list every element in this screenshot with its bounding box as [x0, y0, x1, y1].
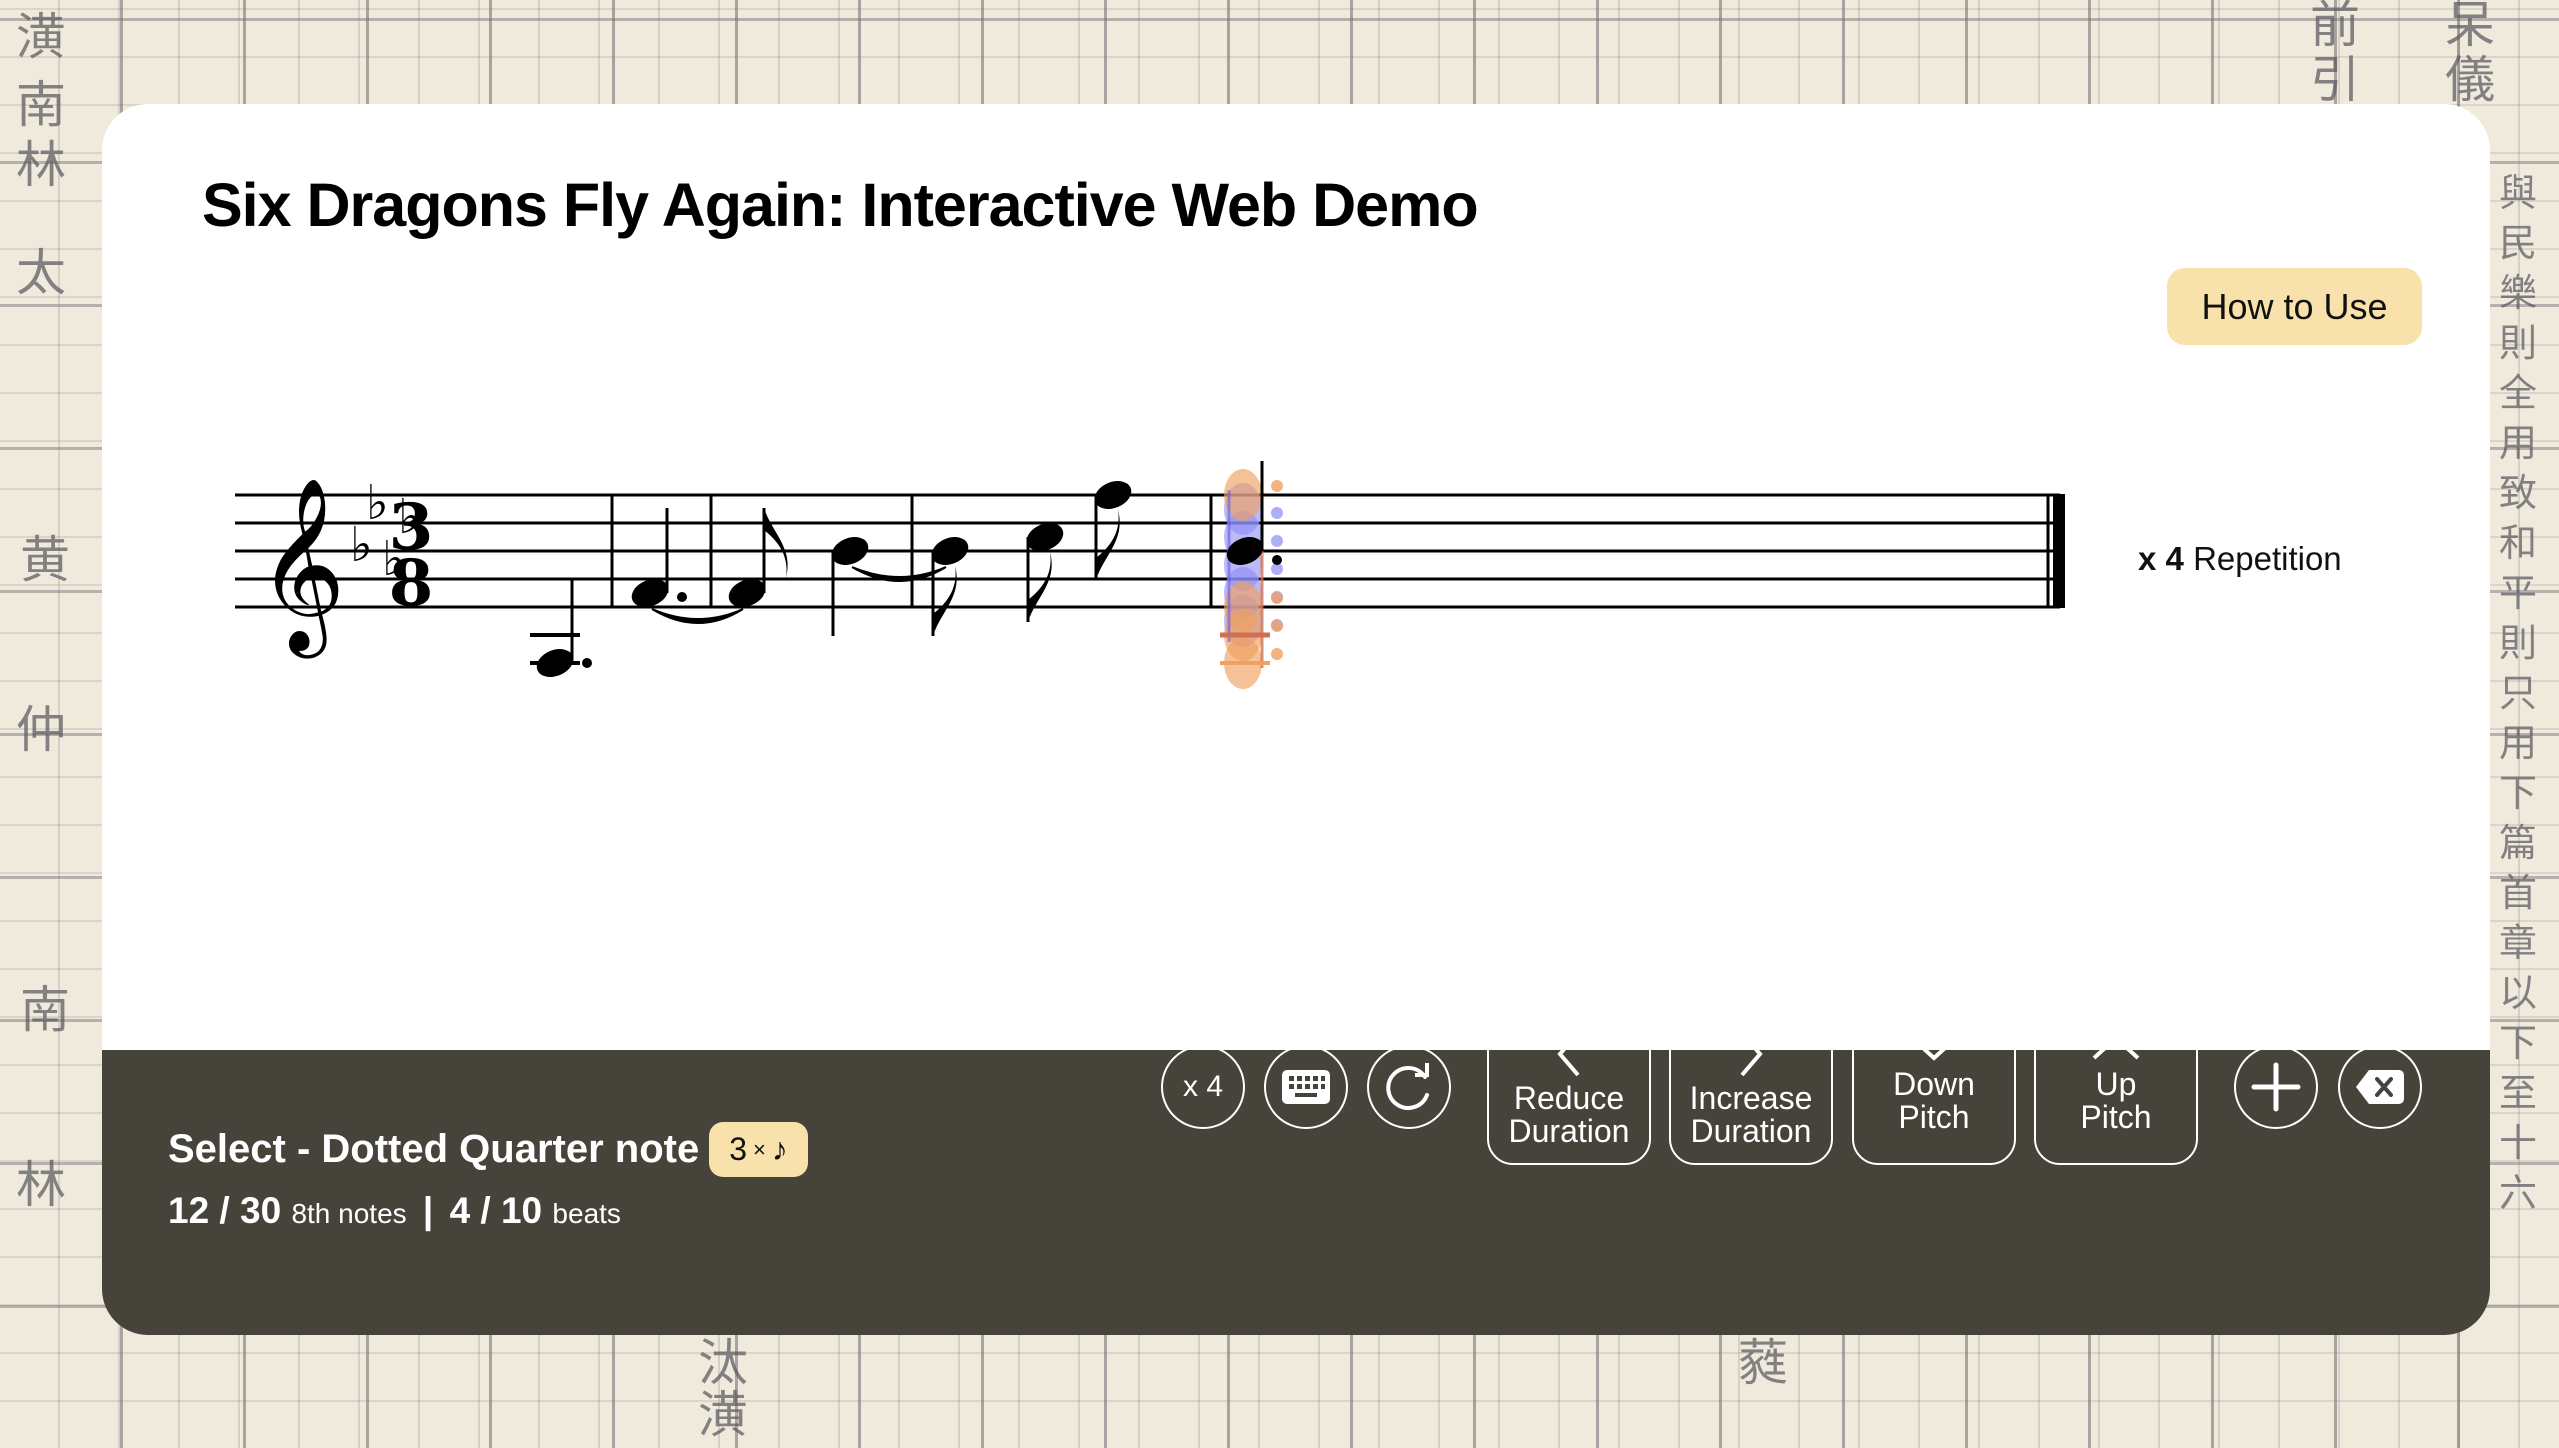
note-flag — [1028, 552, 1052, 622]
chevron-down-icon — [1910, 1036, 1958, 1061]
tie — [651, 608, 744, 624]
time-signature-denominator: 8 — [389, 546, 434, 621]
bg-character: 太 — [16, 244, 66, 302]
eighths-total: 30 — [240, 1190, 282, 1231]
augmentation-dot — [1272, 555, 1282, 565]
bg-character: 林 — [16, 136, 66, 194]
music-score[interactable]: 𝄞 ♭♭♭♭38 — [102, 104, 2490, 1004]
down-pitch-label: Down Pitch — [1893, 1066, 1975, 1135]
status-mode: Select - Dotted Quarter note 3 × ♪ — [168, 1122, 808, 1177]
status-counts: 12 / 30 8th notes | 4 / 10 beats — [168, 1190, 621, 1231]
delete-note-button[interactable] — [2338, 1045, 2422, 1129]
candidate-dot-orange — [1271, 480, 1283, 492]
note-flag — [1096, 510, 1120, 580]
bg-character: 呆 — [2445, 0, 2495, 54]
key-signature-flat: ♭ — [366, 475, 389, 531]
note-flag — [933, 566, 957, 636]
badge-times: × — [753, 1136, 766, 1162]
candidate-dot-blue — [1271, 535, 1283, 547]
repetition-count: 4 — [2165, 540, 2184, 577]
increase-duration-label: Increase Duration — [1689, 1080, 1813, 1149]
bg-character: 南 — [16, 76, 66, 134]
augmentation-dot — [582, 658, 592, 668]
candidate-dot-orange — [1271, 620, 1283, 632]
bg-character: 引 — [2310, 51, 2360, 109]
eighths-unit: 8th notes — [291, 1198, 407, 1229]
bg-character: 林 — [16, 1156, 66, 1214]
keyboard-button[interactable] — [1264, 1045, 1348, 1129]
beats-unit: beats — [552, 1198, 621, 1229]
augmentation-dot — [677, 592, 687, 602]
increase-duration-button[interactable]: Increase Duration — [1669, 1014, 1833, 1165]
candidate-dot-orange — [1271, 592, 1283, 604]
backspace-icon — [2356, 1070, 2404, 1104]
duration-badge: 3 × ♪ — [709, 1122, 808, 1177]
reduce-duration-button[interactable]: Reduce Duration — [1487, 1014, 1651, 1165]
keyboard-icon — [1282, 1070, 1330, 1104]
chevron-right-icon — [1740, 1031, 1763, 1077]
final-barline-thick — [2053, 494, 2065, 608]
bg-character: 前 — [2310, 0, 2360, 54]
bg-character: 南 — [20, 981, 70, 1039]
eighths-current: 12 — [168, 1190, 210, 1231]
repetition-text: Repetition — [2193, 540, 2342, 577]
note-flag — [764, 508, 788, 578]
bg-character: 儀 — [2445, 51, 2495, 109]
add-note-button[interactable] — [2234, 1045, 2318, 1129]
rotate-clockwise-icon — [1386, 1063, 1429, 1110]
repetition-label: x 4 Repetition — [2138, 540, 2342, 578]
bg-character: 仲 — [16, 701, 66, 759]
beats-current: 4 — [449, 1190, 471, 1231]
repeat-count-button[interactable]: x 4 — [1161, 1045, 1245, 1129]
redo-button[interactable] — [1367, 1045, 1451, 1129]
bg-character: 黄 — [20, 531, 70, 589]
up-pitch-label: Up Pitch — [2080, 1066, 2152, 1135]
repeat-count-label: x 4 — [1182, 1070, 1224, 1103]
reduce-duration-label: Reduce Duration — [1508, 1080, 1630, 1149]
repetition-prefix: x — [2138, 540, 2157, 577]
candidate-dot-orange — [1271, 648, 1283, 660]
chevron-up-icon — [2092, 1035, 2140, 1060]
bg-character: 潢 — [698, 1386, 748, 1444]
status-separator: | — [422, 1190, 434, 1231]
badge-count: 3 — [729, 1131, 747, 1167]
down-pitch-button[interactable]: Down Pitch — [1852, 1014, 2016, 1165]
bg-character: 汰 — [698, 1334, 748, 1392]
treble-clef-icon: 𝄞 — [257, 477, 346, 659]
candidate-dot-blue — [1271, 507, 1283, 519]
bg-character: 潢 — [16, 8, 66, 66]
bg-text-column: 與民樂則全用致和平則只用下篇首章以下至十六 — [2498, 171, 2537, 1215]
plus-icon — [2251, 1062, 2301, 1112]
chevron-left-icon — [1557, 1031, 1580, 1077]
status-mode-label: Select - Dotted Quarter note — [168, 1127, 700, 1171]
beats-total: 10 — [500, 1190, 543, 1231]
bg-character: 蕤 — [1738, 1334, 1788, 1392]
eighth-note-icon: ♪ — [771, 1131, 788, 1167]
up-pitch-button[interactable]: Up Pitch — [2034, 1014, 2198, 1165]
